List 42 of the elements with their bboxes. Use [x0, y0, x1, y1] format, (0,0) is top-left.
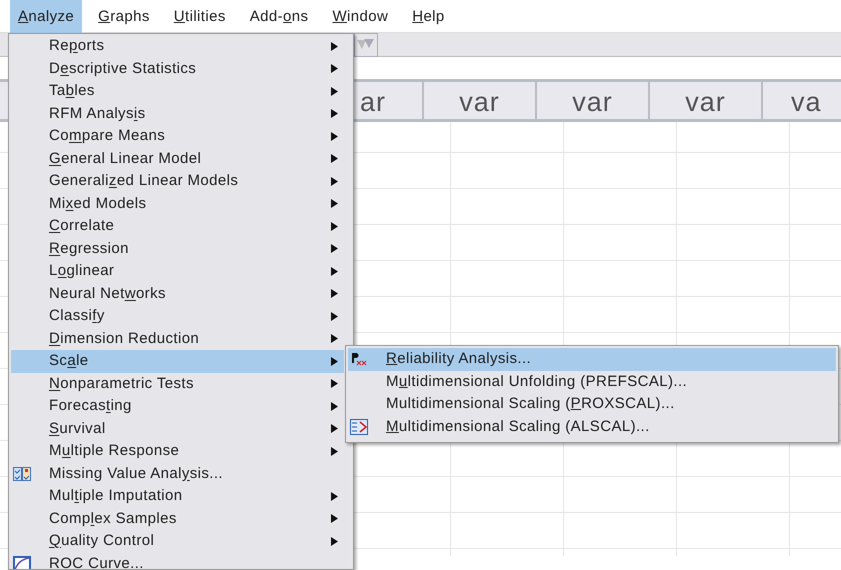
toolbar-button[interactable]: [354, 33, 378, 57]
column-header: va: [790, 86, 823, 119]
menu-item[interactable]: Survival: [11, 418, 344, 440]
menu-item[interactable]: Tables: [11, 80, 344, 102]
column-header: var: [650, 82, 763, 119]
menu-bar-item[interactable]: Graphs: [90, 0, 158, 33]
curve-chart-icon: [13, 556, 31, 569]
menu-item[interactable]: Correlate: [11, 215, 344, 238]
menu-bar-item[interactable]: Help: [404, 0, 453, 33]
menu-bar-item[interactable]: Utilities: [166, 0, 234, 33]
column-header: var: [537, 82, 650, 119]
column-header: var: [424, 82, 537, 119]
reliability-icon: [350, 351, 368, 367]
menu-item[interactable]: Scale: [11, 350, 344, 372]
menu-bar-item[interactable]: Analyze: [10, 0, 82, 33]
menu-item[interactable]: Dimension Reduction: [11, 328, 344, 350]
menu-item[interactable]: Quality Control: [11, 530, 344, 552]
menu-item[interactable]: Complex Samples: [11, 508, 344, 530]
checklist-icon: [13, 466, 31, 482]
menu-item[interactable]: Compare Means: [11, 125, 344, 148]
menu-item[interactable]: Nonparametric Tests: [11, 372, 344, 395]
menu-item[interactable]: Generalized Linear Models: [11, 170, 344, 192]
menu-item[interactable]: Forecasting: [11, 395, 344, 418]
menu-item[interactable]: General Linear Model: [11, 148, 344, 170]
menu-item[interactable]: Descriptive Statistics: [11, 58, 344, 80]
menu-item[interactable]: Regression: [11, 238, 344, 260]
menu-item[interactable]: Mixed Models: [11, 192, 344, 215]
menu-item[interactable]: ROC Curve...: [11, 552, 344, 569]
menu-item[interactable]: Missing Value Analysis...: [11, 462, 344, 485]
funnel-icon: [357, 39, 375, 52]
menu-item[interactable]: Multidimensional Scaling (PROXSCAL)...: [348, 393, 836, 416]
menu-bar-item[interactable]: Add-ons: [242, 0, 316, 33]
menu-item[interactable]: Neural Networks: [11, 282, 344, 305]
menu-item[interactable]: Classify: [11, 305, 344, 328]
menu-item[interactable]: Reliability Analysis...: [348, 348, 836, 370]
menu-item[interactable]: Multiple Imputation: [11, 485, 344, 508]
menu-item[interactable]: Multidimensional Scaling (ALSCAL)...: [348, 416, 836, 438]
menu-bar-item[interactable]: Window: [324, 0, 396, 33]
menu-item[interactable]: Loglinear: [11, 260, 344, 282]
scaling-grid-icon: [350, 418, 368, 434]
menu-item[interactable]: Multidimensional Unfolding (PREFSCAL)...: [348, 370, 836, 393]
menu-item[interactable]: Multiple Response: [11, 440, 344, 462]
